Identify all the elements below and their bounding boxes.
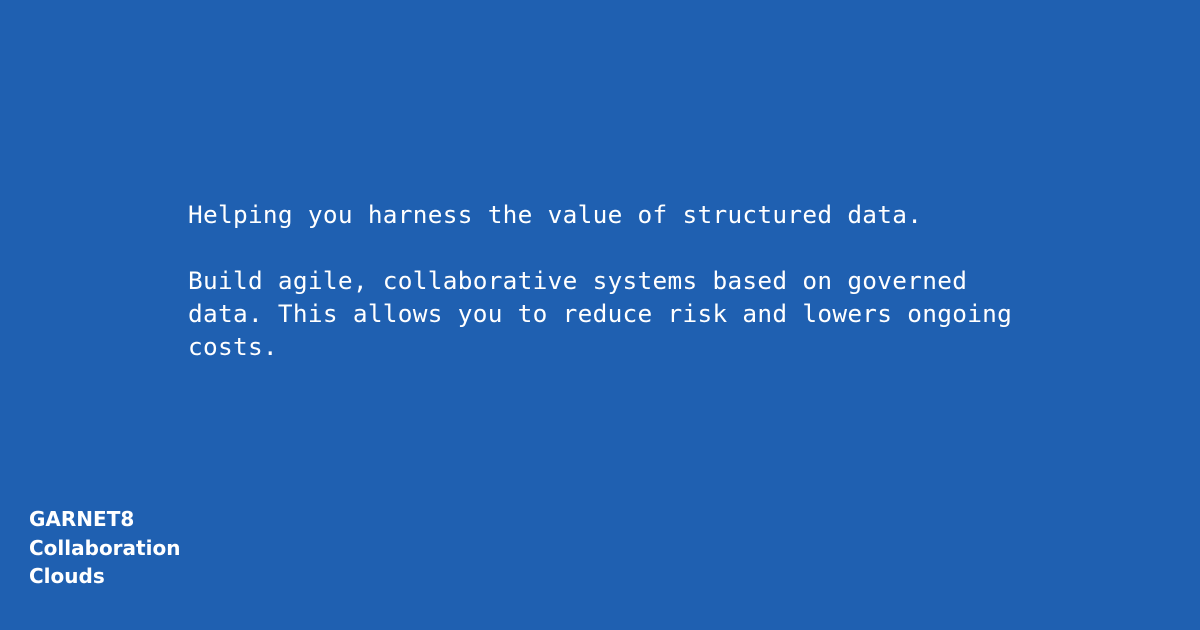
- hero-text-block: Helping you harness the value of structu…: [188, 198, 1148, 363]
- headline: Helping you harness the value of structu…: [188, 200, 923, 229]
- body-line: Build agile, collaborative systems based…: [188, 266, 968, 295]
- body-line: data. This allows you to reduce risk and…: [188, 299, 1013, 328]
- brand-tagline-line: Clouds: [29, 564, 105, 588]
- brand-logo-text: GARNET8 Collaboration Clouds: [29, 505, 180, 591]
- body-line: costs.: [188, 332, 278, 361]
- brand-tagline-line: Collaboration: [29, 535, 181, 560]
- brand-name: GARNET8: [29, 507, 135, 531]
